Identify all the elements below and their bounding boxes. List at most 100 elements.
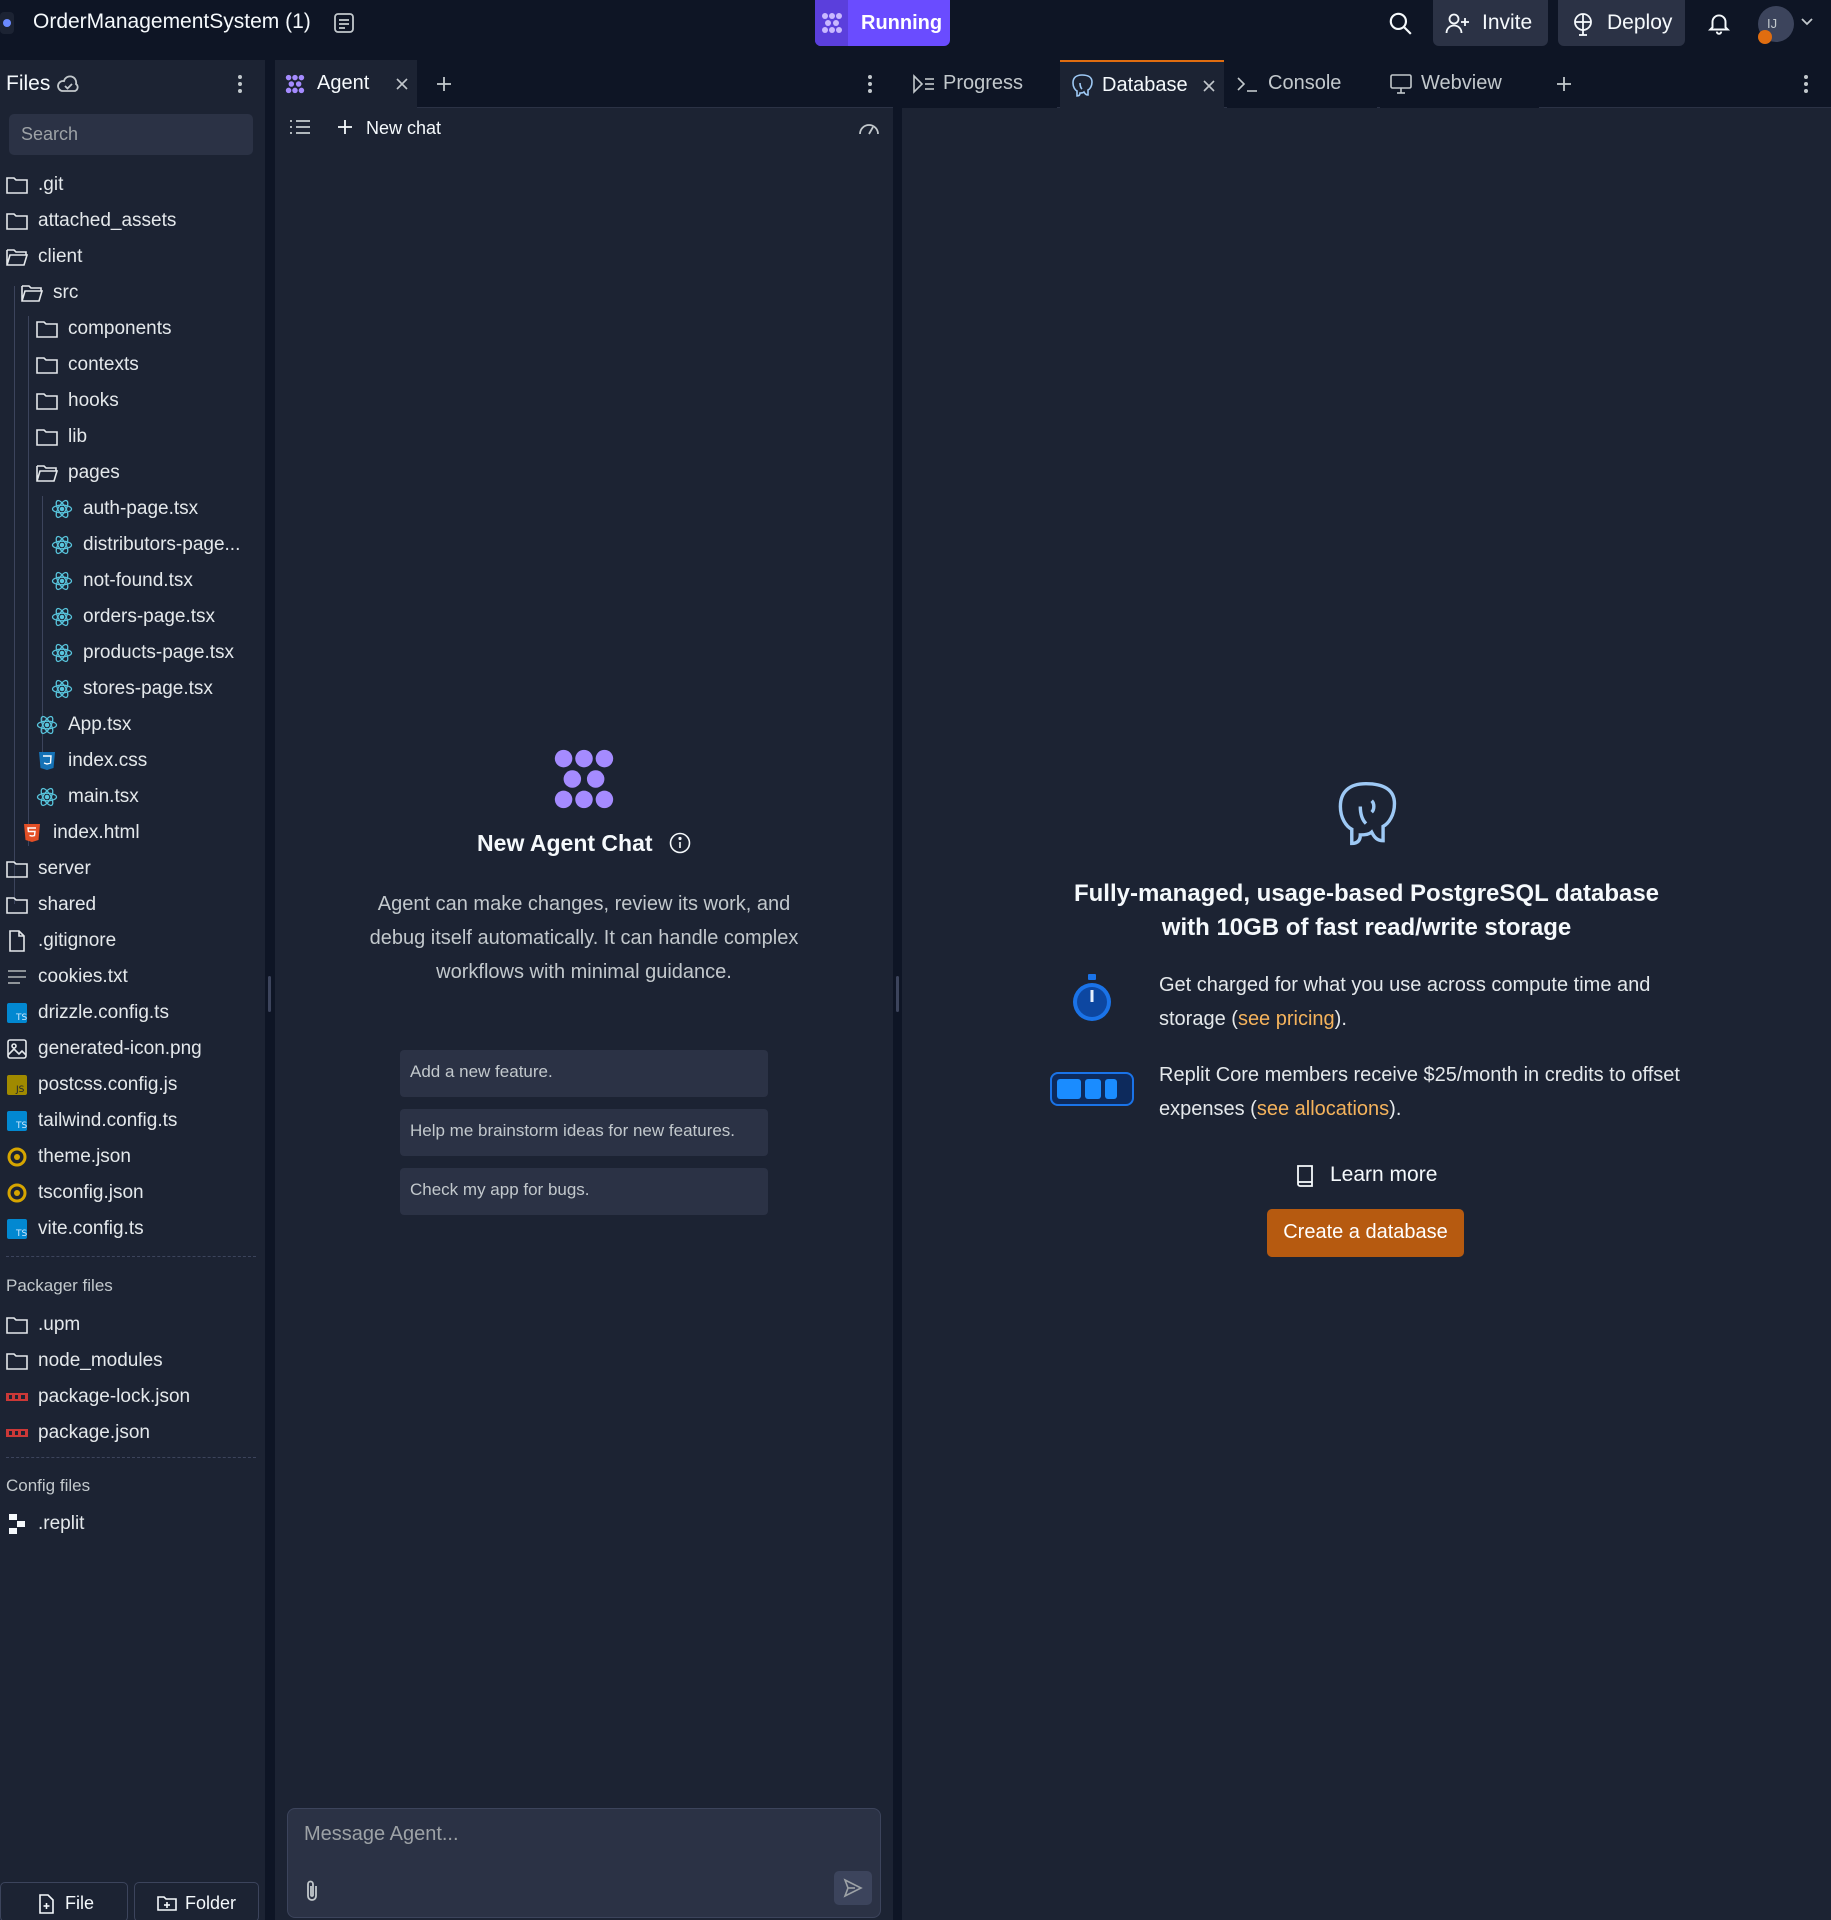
file-tree-label: distributors-page... — [83, 534, 241, 555]
resize-handle[interactable] — [268, 976, 271, 1012]
kebab-menu-icon[interactable] — [1802, 72, 1810, 96]
new-file-button[interactable]: File — [0, 1882, 128, 1920]
chat-list-icon[interactable] — [289, 118, 311, 136]
deploy-button[interactable]: Deploy — [1558, 0, 1685, 46]
add-tab-icon[interactable] — [435, 75, 453, 93]
file-tree-item[interactable]: attached_assets — [6, 204, 176, 238]
run-button[interactable]: Running — [815, 0, 950, 46]
see-allocations-link[interactable]: see allocations — [1257, 1098, 1389, 1120]
file-tree-item[interactable]: theme.json — [6, 1140, 131, 1174]
file-tree-item[interactable]: contexts — [36, 348, 139, 382]
file-tree-item[interactable]: TS tailwind.config.ts — [6, 1104, 177, 1138]
monitor-icon — [1390, 74, 1412, 94]
folder-open-icon — [6, 246, 28, 268]
prompt-suggestion[interactable]: Add a new feature. — [400, 1050, 768, 1097]
plus-icon[interactable] — [337, 119, 353, 135]
file-tree-label: main.tsx — [68, 786, 139, 807]
file-tree-item[interactable]: orders-page.tsx — [51, 600, 215, 634]
file-tree-item[interactable]: generated-icon.png — [6, 1032, 202, 1066]
new-folder-button[interactable]: Folder — [134, 1882, 259, 1920]
file-tree-item[interactable]: not-found.tsx — [51, 564, 193, 598]
close-icon[interactable] — [1203, 80, 1215, 92]
layout-icon[interactable] — [332, 11, 356, 35]
project-icon[interactable] — [0, 12, 14, 34]
search-icon[interactable] — [1387, 10, 1413, 36]
file-tree-item[interactable]: shared — [6, 888, 96, 922]
folder-icon — [6, 1350, 28, 1372]
file-tree-item[interactable]: distributors-page... — [51, 528, 240, 562]
add-tab-icon[interactable] — [1555, 75, 1573, 93]
file-tree-item[interactable]: .replit — [6, 1507, 84, 1541]
info-icon[interactable] — [669, 832, 691, 854]
new-chat-button[interactable]: New chat — [366, 118, 441, 139]
file-search-input[interactable]: Search — [9, 114, 253, 155]
tab-database-label: Database — [1102, 74, 1188, 96]
feature-credits-text: Replit Core members receive $25/month in… — [1159, 1064, 1680, 1120]
project-title[interactable]: OrderManagementSystem (1) — [33, 10, 311, 34]
tab-console[interactable]: Console — [1227, 60, 1377, 108]
file-tree-item[interactable]: App.tsx — [36, 708, 131, 742]
file-tree-item[interactable]: package.json — [6, 1416, 150, 1450]
file-tree-item[interactable]: lib — [36, 420, 87, 454]
file-tree-item[interactable]: TS drizzle.config.ts — [6, 996, 169, 1030]
file-tree-item[interactable]: package-lock.json — [6, 1380, 190, 1414]
avatar-initials: IJ — [1767, 16, 1778, 31]
file-tree-item[interactable]: node_modules — [6, 1344, 163, 1378]
file-tree-item[interactable]: auth-page.tsx — [51, 492, 198, 526]
file-tree-item[interactable]: index.css — [36, 744, 147, 778]
file-tree-item[interactable]: pages — [36, 456, 120, 490]
tab-database[interactable]: Database — [1060, 60, 1224, 108]
send-button[interactable] — [834, 1871, 872, 1905]
file-tree-item[interactable]: server — [6, 852, 91, 886]
file-tree-item[interactable]: stores-page.tsx — [51, 672, 213, 706]
tab-agent[interactable]: Agent — [275, 60, 417, 108]
message-input[interactable]: Message Agent... — [287, 1808, 881, 1918]
file-tree-item[interactable]: TS vite.config.ts — [6, 1212, 144, 1246]
file-tree-item[interactable]: src — [21, 276, 78, 310]
image-icon — [6, 1038, 28, 1060]
invite-button[interactable]: Invite — [1433, 0, 1548, 46]
file-tree-item[interactable]: products-page.tsx — [51, 636, 234, 670]
kebab-menu-icon[interactable] — [236, 72, 244, 96]
file-tree-item[interactable]: JS postcss.config.js — [6, 1068, 177, 1102]
file-tree-label: .upm — [38, 1314, 81, 1335]
file-tree-item[interactable]: main.tsx — [36, 780, 139, 814]
empty-state-title: New Agent Chat — [275, 830, 893, 857]
bell-icon[interactable] — [1706, 10, 1732, 36]
speedometer-icon[interactable] — [857, 118, 881, 136]
prompt-suggestion[interactable]: Check my app for bugs. — [400, 1168, 768, 1215]
file-tree-item[interactable]: tsconfig.json — [6, 1176, 144, 1210]
cloud-check-icon — [57, 75, 79, 92]
file-tree-label: index.css — [68, 750, 148, 771]
add-user-icon — [1445, 13, 1469, 34]
tab-progress[interactable]: Progress — [902, 60, 1057, 108]
file-tree-item[interactable]: cookies.txt — [6, 960, 128, 994]
file-tree-item[interactable]: .upm — [6, 1308, 80, 1342]
react-icon — [36, 714, 58, 736]
resize-handle[interactable] — [896, 976, 899, 1012]
tab-webview[interactable]: Webview — [1380, 60, 1539, 108]
file-tree-label: orders-page.tsx — [83, 606, 216, 627]
avatar[interactable]: IJ — [1758, 6, 1794, 44]
file-tree-item[interactable]: index.html — [21, 816, 140, 850]
close-icon[interactable] — [396, 78, 408, 90]
file-icon — [6, 930, 28, 952]
file-tree-item[interactable]: components — [36, 312, 172, 346]
send-icon — [843, 1878, 863, 1898]
sidebar-title: Files — [6, 72, 51, 95]
prompt-suggestion[interactable]: Help me brainstorm ideas for new feature… — [400, 1109, 768, 1156]
file-tree-item[interactable]: .git — [6, 168, 63, 202]
file-tree-label: client — [38, 246, 83, 267]
indent-guide — [14, 286, 15, 904]
section-divider — [6, 1457, 256, 1458]
file-tree-item[interactable]: hooks — [36, 384, 119, 418]
create-database-button[interactable]: Create a database — [1267, 1209, 1464, 1257]
file-tree-item[interactable]: .gitignore — [6, 924, 116, 958]
file-tree-label: node_modules — [38, 1350, 163, 1371]
file-tree-item[interactable]: client — [6, 240, 82, 274]
chevron-down-icon[interactable] — [1800, 14, 1814, 28]
kebab-menu-icon[interactable] — [866, 72, 874, 96]
folder-plus-icon — [157, 1896, 177, 1911]
paperclip-icon[interactable] — [302, 1879, 322, 1903]
see-pricing-link[interactable]: see pricing — [1238, 1008, 1335, 1030]
